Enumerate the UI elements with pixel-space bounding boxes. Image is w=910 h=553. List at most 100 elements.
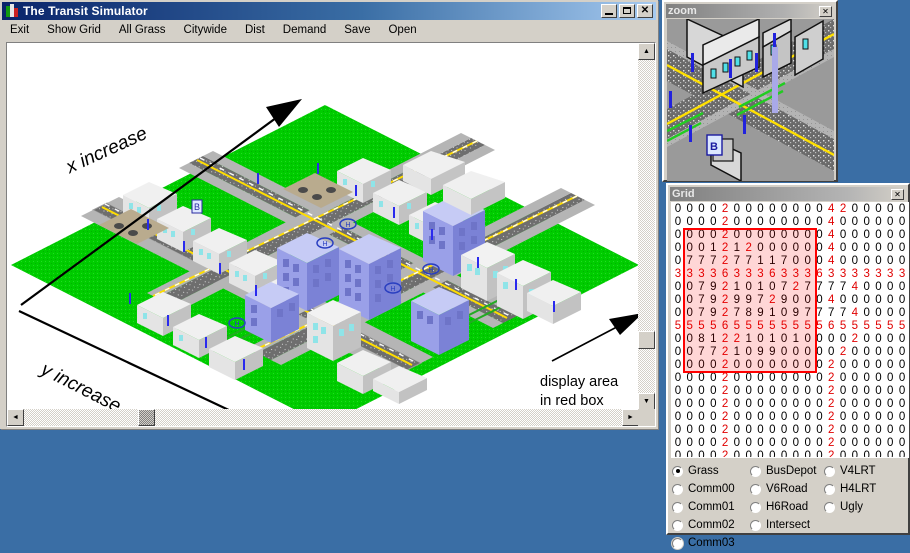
grid-cell[interactable]: 0 [707,424,719,437]
grid-cell[interactable]: 0 [696,385,708,398]
grid-cell[interactable]: 0 [861,411,873,424]
grid-cell[interactable]: 0 [743,281,755,294]
grid-cell[interactable]: 0 [884,437,896,450]
grid-cell[interactable]: 5 [884,320,896,333]
menu-item-save[interactable]: Save [342,22,378,38]
grid-cell[interactable]: 0 [825,333,837,346]
grid-cell[interactable]: 7 [707,255,719,268]
maximize-button[interactable] [619,4,635,18]
grid-cell[interactable]: 0 [778,359,790,372]
grid-cell[interactable]: 0 [849,450,861,457]
grid-cell[interactable]: 0 [814,437,826,450]
grid-cell[interactable]: 0 [861,424,873,437]
grid-cell[interactable]: 0 [814,216,826,229]
grid-cell[interactable]: 0 [743,398,755,411]
grid-cell[interactable]: 0 [849,437,861,450]
grid-cell[interactable]: 0 [896,359,908,372]
grid-cell[interactable]: 0 [873,203,885,216]
grid-cell[interactable]: 0 [790,372,802,385]
grid-cell[interactable]: 3 [873,268,885,281]
grid-cell[interactable]: 7 [837,281,849,294]
grid-cell[interactable]: 0 [849,359,861,372]
grid-cell[interactable]: 7 [684,255,696,268]
grid-cell[interactable]: 0 [884,216,896,229]
grid-cell[interactable]: 2 [719,307,731,320]
grid-cell[interactable]: 0 [790,437,802,450]
grid-cell[interactable]: 7 [802,307,814,320]
grid-cell[interactable]: 0 [707,372,719,385]
minimize-button[interactable] [601,4,617,18]
grid-cell[interactable]: 2 [719,216,731,229]
grid-cell[interactable]: 0 [684,216,696,229]
grid-close-icon[interactable]: ✕ [891,188,904,200]
grid-cell[interactable]: 0 [861,255,873,268]
grid-cell[interactable]: 0 [861,385,873,398]
grid-cell[interactable]: 0 [778,398,790,411]
radio-h4lrt[interactable]: H4LRT [824,481,876,497]
city-canvas[interactable]: B HH HH H x increase y increase display … [7,43,639,410]
grid-cell[interactable]: 0 [849,398,861,411]
radio-h6road[interactable]: H6Road [750,499,817,515]
grid-cell[interactable]: 7 [778,281,790,294]
grid-cell[interactable]: 7 [755,294,767,307]
radio-grass[interactable]: Grass [672,463,735,479]
grid-cell[interactable]: 0 [802,385,814,398]
grid-cell[interactable]: 5 [731,320,743,333]
radio-v6road[interactable]: V6Road [750,481,817,497]
grid-cell[interactable]: 5 [814,320,826,333]
grid-cell[interactable]: 0 [684,229,696,242]
grid-cell[interactable]: 7 [814,307,826,320]
grid-cell[interactable]: 5 [696,320,708,333]
grid-cell[interactable]: 3 [731,268,743,281]
grid-cell[interactable]: 0 [802,450,814,457]
grid-cell[interactable]: 0 [684,333,696,346]
grid-cell[interactable]: 0 [884,294,896,307]
grid-cell[interactable]: 2 [743,242,755,255]
grid-cell[interactable]: 5 [873,320,885,333]
grid-cell[interactable]: 0 [778,385,790,398]
grid-cell[interactable]: 0 [790,294,802,307]
grid-cell[interactable]: 0 [884,307,896,320]
grid-cell[interactable]: 5 [802,320,814,333]
radio-comm03[interactable]: Comm03 [672,535,735,551]
grid-cell[interactable]: 0 [837,385,849,398]
grid-cell[interactable]: 0 [684,307,696,320]
grid-cell[interactable]: 0 [896,242,908,255]
grid-cell[interactable]: 0 [837,359,849,372]
grid-cell[interactable]: 3 [802,268,814,281]
grid-cell[interactable]: 0 [731,359,743,372]
radio-dot-icon[interactable] [672,501,683,513]
grid-cell[interactable]: 0 [802,242,814,255]
grid-cell[interactable]: 3 [849,268,861,281]
grid-cell[interactable]: 0 [778,229,790,242]
grid-cell[interactable]: 0 [896,346,908,359]
grid-cell[interactable]: 3 [707,268,719,281]
grid-cell[interactable]: 0 [849,255,861,268]
grid-cell[interactable]: 0 [684,242,696,255]
grid-cell[interactable]: 7 [825,307,837,320]
grid-cell[interactable]: 0 [873,307,885,320]
grid-cell[interactable]: 0 [873,411,885,424]
radio-dot-icon[interactable] [824,483,835,495]
grid-cell[interactable]: 5 [755,320,767,333]
grid-cell[interactable]: 7 [802,281,814,294]
grid-cell[interactable]: 0 [696,359,708,372]
grid-cell[interactable]: 5 [766,320,778,333]
grid-cell[interactable]: 0 [707,216,719,229]
grid-cell[interactable]: 0 [766,216,778,229]
grid-cell[interactable]: 0 [884,281,896,294]
grid-cell[interactable]: 9 [707,294,719,307]
grid-cell[interactable]: 0 [837,424,849,437]
grid-cell[interactable]: 0 [743,424,755,437]
grid-cell[interactable]: 9 [731,294,743,307]
radio-comm00[interactable]: Comm00 [672,481,735,497]
grid-cell[interactable]: 1 [766,333,778,346]
grid-cell[interactable]: 9 [755,346,767,359]
grid-cell[interactable]: 3 [837,268,849,281]
grid-cell[interactable]: 3 [825,268,837,281]
grid-cell[interactable]: 0 [896,281,908,294]
grid-cell[interactable]: 5 [684,320,696,333]
grid-cell[interactable]: 6 [719,320,731,333]
radio-dot-icon[interactable] [750,519,761,531]
grid-cell[interactable]: 0 [672,229,684,242]
